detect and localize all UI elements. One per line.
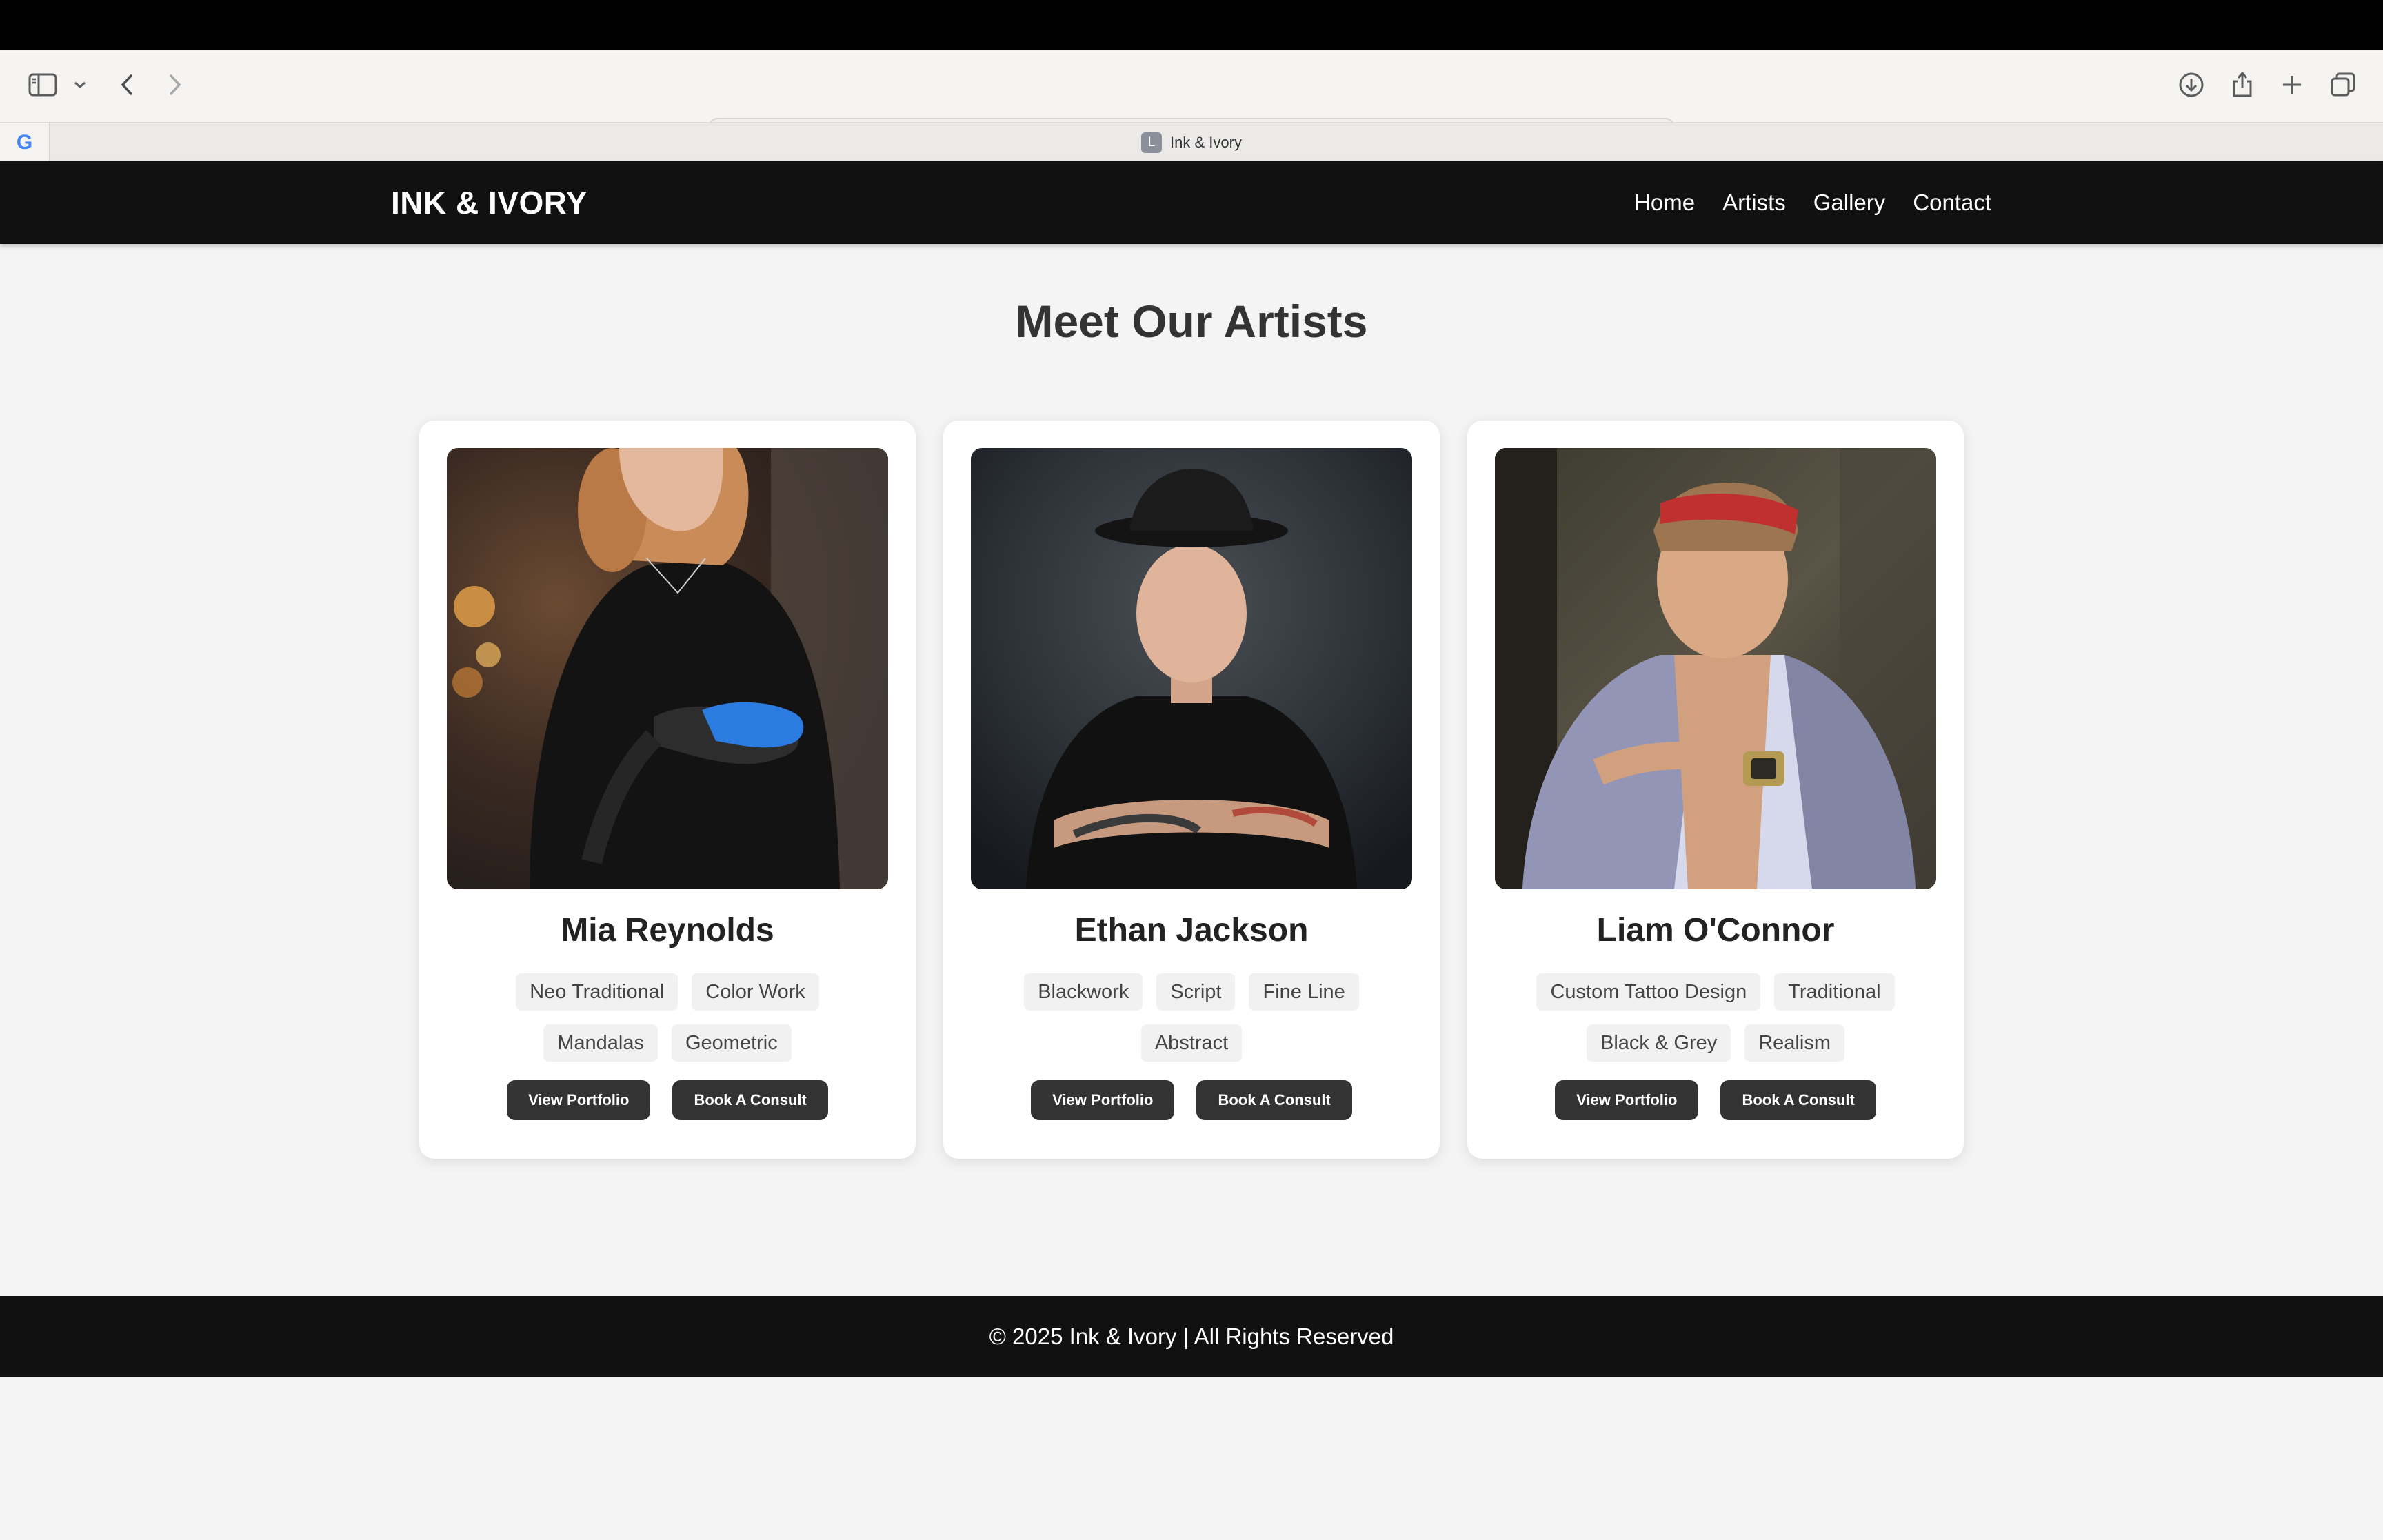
specialty-tags: Custom Tattoo Design Traditional Black &…: [1509, 973, 1922, 1062]
nav-home[interactable]: Home: [1634, 190, 1695, 216]
nav-contact[interactable]: Contact: [1913, 190, 1991, 216]
main-nav: Home Artists Gallery Contact: [1634, 161, 1991, 244]
share-icon[interactable]: [2227, 68, 2258, 100]
view-portfolio-button[interactable]: View Portfolio: [1031, 1080, 1175, 1120]
specialty-tags: Neo Traditional Color Work Mandalas Geom…: [461, 973, 874, 1062]
specialty-tag: Fine Line: [1249, 973, 1359, 1011]
specialty-tag: Blackwork: [1024, 973, 1143, 1011]
view-portfolio-button[interactable]: View Portfolio: [1555, 1080, 1699, 1120]
book-consult-button[interactable]: Book A Consult: [672, 1080, 828, 1120]
specialty-tag: Script: [1156, 973, 1236, 1011]
view-portfolio-button[interactable]: View Portfolio: [507, 1080, 651, 1120]
tab-favicon: L: [1141, 132, 1163, 153]
specialty-tag: Geometric: [671, 1024, 792, 1062]
artist-card: Ethan Jackson Blackwork Script Fine Line…: [943, 421, 1440, 1159]
page-title: Meet Our Artists: [1015, 296, 1368, 347]
new-tab-icon[interactable]: [2277, 70, 2307, 100]
artist-photo: [971, 448, 1412, 889]
sidebar-toggle-icon[interactable]: [26, 71, 59, 99]
book-consult-button[interactable]: Book A Consult: [1720, 1080, 1876, 1120]
chevron-down-icon[interactable]: [70, 77, 90, 93]
tab-title: Ink & Ivory: [1170, 133, 1242, 151]
book-consult-button[interactable]: Book A Consult: [1196, 1080, 1352, 1120]
specialty-tag: Traditional: [1774, 973, 1895, 1011]
specialty-tags: Blackwork Script Fine Line Abstract: [985, 973, 1398, 1062]
specialty-tag: Custom Tattoo Design: [1536, 973, 1761, 1011]
artist-name: Ethan Jackson: [1074, 912, 1309, 949]
specialty-tag: Abstract: [1140, 1024, 1243, 1062]
browser-toolbar: localhost: [0, 50, 2383, 156]
specialty-tag: Black & Grey: [1587, 1024, 1731, 1062]
specialty-tag: Mandalas: [543, 1024, 658, 1062]
specialty-tag: Neo Traditional: [516, 973, 678, 1011]
artist-name: Liam O'Connor: [1596, 912, 1835, 949]
back-arrow-icon[interactable]: [116, 71, 138, 99]
forward-arrow-icon[interactable]: [164, 71, 186, 99]
artist-card: Liam O'Connor Custom Tattoo Design Tradi…: [1467, 421, 1964, 1159]
artist-photo: [447, 448, 888, 889]
active-tab[interactable]: L Ink & Ivory: [0, 123, 2383, 162]
system-menu-bar: [0, 0, 2383, 50]
artist-name: Mia Reynolds: [561, 912, 774, 949]
artist-card: Mia Reynolds Neo Traditional Color Work …: [419, 421, 916, 1159]
tab-bar: G L Ink & Ivory: [0, 122, 2383, 162]
specialty-tag: Color Work: [692, 973, 819, 1011]
download-icon[interactable]: [2176, 70, 2206, 100]
tab-overview-icon[interactable]: [2328, 70, 2358, 100]
copyright-text: © 2025 Ink & Ivory | All Rights Reserved: [989, 1323, 1394, 1349]
nav-gallery[interactable]: Gallery: [1813, 190, 1886, 216]
site-logo[interactable]: INK & IVORY: [391, 161, 587, 244]
nav-artists[interactable]: Artists: [1722, 190, 1786, 216]
site-header: INK & IVORY Home Artists Gallery Contact: [0, 161, 2383, 244]
site-footer: © 2025 Ink & Ivory | All Rights Reserved: [0, 1296, 2383, 1377]
specialty-tag: Realism: [1744, 1024, 1844, 1062]
artist-photo: [1495, 448, 1936, 889]
